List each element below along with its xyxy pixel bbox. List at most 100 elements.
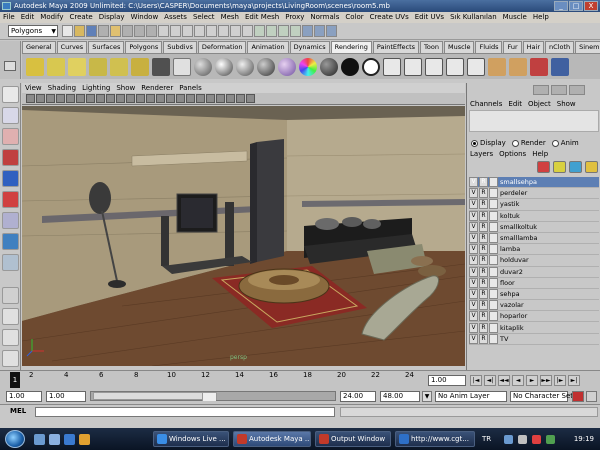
layer-row[interactable]: V Rsmallkoltuk bbox=[469, 221, 599, 233]
playback-start-field[interactable]: 1.00 bbox=[46, 391, 86, 402]
layer-visibility-toggle[interactable]: V bbox=[469, 333, 478, 344]
layout-side-icon[interactable] bbox=[2, 329, 19, 346]
tool-settings-toggle-icon[interactable] bbox=[551, 85, 567, 95]
tab-deformation[interactable]: Deformation bbox=[197, 41, 247, 53]
hypershade-icon[interactable] bbox=[173, 57, 191, 76]
shadow-shader-icon[interactable] bbox=[341, 57, 359, 76]
layer-row[interactable]: V Rduvar2 bbox=[469, 266, 599, 278]
blinn-sphere-icon[interactable] bbox=[236, 57, 254, 76]
internet-explorer-icon[interactable] bbox=[64, 434, 75, 445]
layer-reference-toggle[interactable]: R bbox=[479, 277, 488, 288]
open-scene-icon[interactable] bbox=[74, 25, 85, 37]
panel-menu-panels[interactable]: Panels bbox=[176, 83, 205, 93]
xray-joints-icon[interactable] bbox=[216, 94, 225, 103]
perspective-viewport[interactable]: persp bbox=[22, 106, 465, 366]
radio-display[interactable] bbox=[471, 139, 478, 147]
select-render-icon[interactable] bbox=[230, 25, 241, 37]
tab-ncloth[interactable]: nCloth bbox=[545, 41, 575, 53]
area-light-icon[interactable] bbox=[89, 57, 107, 76]
media-player-icon[interactable] bbox=[79, 434, 90, 445]
isolate-select-icon[interactable] bbox=[226, 94, 235, 103]
tab-fluids[interactable]: Fluids bbox=[475, 41, 503, 53]
layer-mode-anim[interactable]: Anim bbox=[551, 137, 579, 149]
shadows-icon[interactable] bbox=[186, 94, 195, 103]
layer-reference-toggle[interactable]: R bbox=[479, 233, 488, 244]
rotate-tool-icon[interactable] bbox=[2, 170, 19, 187]
directional-light-icon[interactable] bbox=[47, 57, 65, 76]
attribute-editor-toggle-icon[interactable] bbox=[533, 85, 549, 95]
channels-menu[interactable]: Channels bbox=[467, 99, 505, 110]
frame-selected-icon[interactable] bbox=[246, 94, 255, 103]
taskbar-item-maya[interactable]: Autodesk Maya ... bbox=[233, 431, 311, 447]
clock[interactable]: 19:19 bbox=[574, 431, 594, 447]
layer-color-swatch[interactable] bbox=[489, 188, 498, 199]
taskbar-item-windows-live[interactable]: Windows Live ... bbox=[153, 431, 229, 447]
volume-light-icon[interactable] bbox=[131, 57, 149, 76]
layer-visibility-toggle[interactable]: V bbox=[469, 210, 478, 221]
layer-row[interactable]: V Rkitaplik bbox=[469, 322, 599, 334]
field-chart-icon[interactable] bbox=[106, 94, 115, 103]
character-set-dropdown[interactable]: No Character Set bbox=[510, 391, 573, 402]
delete-unused-icon[interactable] bbox=[530, 57, 548, 76]
current-time-field[interactable]: 1.00 bbox=[428, 375, 466, 386]
show-desktop-icon[interactable] bbox=[34, 434, 45, 445]
channel-box-toggle-icon[interactable] bbox=[569, 85, 585, 95]
panel-menu-lighting[interactable]: Lighting bbox=[79, 83, 113, 93]
layer-color-swatch[interactable] bbox=[489, 210, 498, 221]
gate-mask-icon[interactable] bbox=[96, 94, 105, 103]
layered-shader-icon[interactable] bbox=[278, 57, 296, 76]
menu-normals[interactable]: Normals bbox=[307, 12, 342, 23]
last-tool-icon[interactable] bbox=[2, 254, 19, 271]
tab-surfaces[interactable]: Surfaces bbox=[88, 41, 125, 53]
scale-tool-icon[interactable] bbox=[2, 191, 19, 208]
layer-row[interactable]: V Rkoltuk bbox=[469, 210, 599, 222]
layer-visibility-toggle[interactable]: V bbox=[469, 199, 478, 210]
select-hierarchy-icon[interactable] bbox=[98, 25, 109, 37]
layer-row[interactable]: V Rsmalllamba bbox=[469, 233, 599, 245]
ipr-render-icon[interactable] bbox=[314, 25, 325, 37]
xray-icon[interactable] bbox=[206, 94, 215, 103]
taskbar-item-browser[interactable]: http://www.cgt... bbox=[395, 431, 475, 447]
play-backwards-icon[interactable]: ◄ bbox=[512, 375, 524, 386]
tab-general[interactable]: General bbox=[22, 41, 56, 53]
tray-network-icon[interactable] bbox=[504, 435, 513, 444]
layer-row[interactable]: V Rholduvar bbox=[469, 255, 599, 267]
lights-icon[interactable] bbox=[176, 94, 185, 103]
layout-single-icon[interactable] bbox=[2, 287, 19, 304]
playback-end-field[interactable]: 24.00 bbox=[340, 391, 376, 402]
camera-attributes-icon[interactable] bbox=[36, 94, 45, 103]
layer-row[interactable]: V Rvazolar bbox=[469, 300, 599, 312]
menu-edit[interactable]: Edit bbox=[18, 12, 38, 23]
ambient-light-icon[interactable] bbox=[110, 57, 128, 76]
command-input[interactable] bbox=[35, 407, 335, 417]
menu-muscle[interactable]: Muscle bbox=[500, 12, 530, 23]
film-gate-icon[interactable] bbox=[76, 94, 85, 103]
tab-hair[interactable]: Hair bbox=[522, 41, 545, 53]
layer-color-swatch[interactable] bbox=[489, 300, 498, 311]
layers-menu[interactable]: Layers bbox=[467, 149, 496, 160]
channel-edit-menu[interactable]: Edit bbox=[505, 99, 525, 110]
panel-menu-view[interactable]: View bbox=[22, 83, 45, 93]
menu-select[interactable]: Select bbox=[190, 12, 218, 23]
layer-color-swatch[interactable] bbox=[489, 311, 498, 322]
step-back-frame-icon[interactable]: ◄◄ bbox=[498, 375, 510, 386]
tray-security-icon[interactable] bbox=[546, 435, 555, 444]
animation-preferences-icon[interactable] bbox=[586, 391, 597, 402]
layer-reference-toggle[interactable]: R bbox=[479, 199, 488, 210]
select-camera-icon[interactable] bbox=[26, 94, 35, 103]
tab-curves[interactable]: Curves bbox=[56, 41, 88, 53]
layer-mode-render[interactable]: Render bbox=[511, 137, 546, 149]
maximize-button[interactable]: □ bbox=[569, 1, 583, 11]
layer-reference-toggle[interactable]: R bbox=[479, 221, 488, 232]
tab-painteffects[interactable]: PaintEffects bbox=[372, 41, 420, 53]
render-settings-icon[interactable] bbox=[326, 25, 337, 37]
point-light-icon[interactable] bbox=[68, 57, 86, 76]
layer-row[interactable]: V Rsmallsehpa bbox=[469, 177, 599, 189]
ipr-view-icon[interactable] bbox=[404, 57, 422, 76]
move-tool-icon[interactable] bbox=[2, 149, 19, 166]
animation-end-field[interactable]: 48.00 bbox=[380, 391, 420, 402]
render-layer-icon[interactable] bbox=[467, 57, 485, 76]
lasso-tool-icon[interactable] bbox=[2, 107, 19, 124]
anim-layer-dropdown[interactable]: No Anim Layer bbox=[435, 391, 507, 402]
layer-color-swatch[interactable] bbox=[489, 277, 498, 288]
